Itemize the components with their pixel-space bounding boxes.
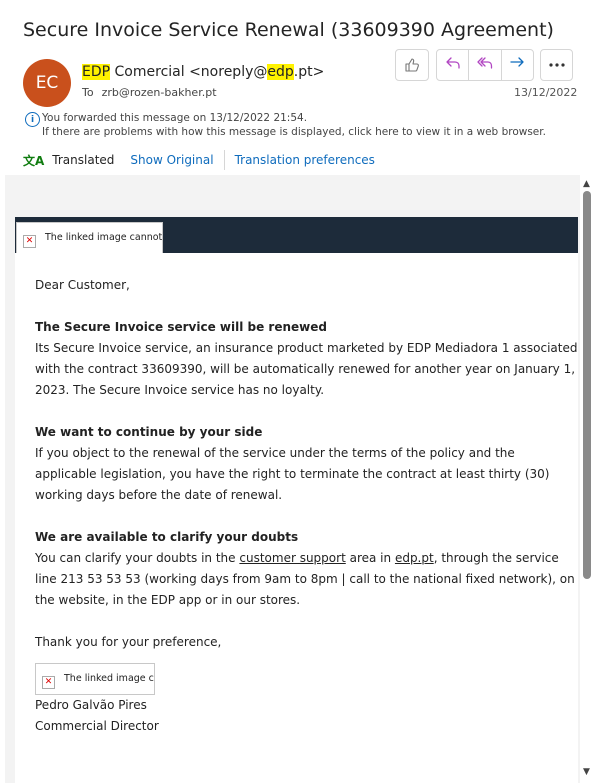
scroll-up-icon[interactable]: ▲: [583, 179, 590, 189]
display-problem-link[interactable]: If there are problems with how this mess…: [42, 125, 546, 139]
broken-image-caption: The linked image cannot be displayed: [45, 232, 163, 243]
sender-domain-rest: .pt>: [293, 64, 325, 80]
paragraph: Its Secure Invoice service, an insurance…: [35, 341, 578, 397]
paragraph: You can clarify your doubts in the custo…: [35, 548, 578, 611]
reply-button[interactable]: [437, 50, 470, 80]
vertical-scrollbar[interactable]: ▲ ▼: [580, 175, 595, 783]
received-date: 13/12/2022: [514, 86, 578, 99]
info-icon: i: [25, 112, 40, 127]
forward-icon: [508, 54, 526, 76]
broken-header-image: ✕ The linked image cannot be displayed: [16, 222, 163, 254]
customer-support-link[interactable]: customer support: [239, 551, 345, 565]
section-heading: We are available to clarify your doubts: [35, 530, 299, 544]
forward-button[interactable]: [502, 50, 533, 80]
reply-icon: [444, 54, 462, 76]
edp-site-link[interactable]: edp.pt: [395, 551, 434, 565]
broken-signature-image: ✕ The linked image cannot be displayed: [35, 663, 155, 695]
email-body: Dear Customer, The Secure Invoice servic…: [15, 253, 578, 783]
sender-name-rest: Comercial <noreply@: [110, 64, 268, 80]
recipient-address[interactable]: zrb@rozen-bakher.pt: [102, 86, 217, 99]
forwarded-notice: You forwarded this message on 13/12/2022…: [42, 112, 308, 124]
sender-brand-highlight: EDP: [82, 64, 111, 80]
divider: [223, 150, 225, 170]
scrollbar-thumb[interactable]: [583, 191, 591, 579]
signer-name: Pedro Galvão Pires: [35, 698, 147, 712]
paragraph-text: area in: [345, 551, 395, 565]
paragraph: If you object to the renewal of the serv…: [35, 446, 550, 502]
translation-bar: 文A Translated Show Original Translation …: [23, 148, 375, 172]
avatar[interactable]: EC: [23, 59, 71, 107]
reply-all-button[interactable]: [469, 50, 502, 80]
broken-image-caption: The linked image cannot be displayed: [64, 673, 154, 684]
broken-image-icon: ✕: [23, 235, 36, 248]
to-label: To: [82, 86, 94, 99]
broken-image-icon: ✕: [42, 676, 55, 689]
info-bar[interactable]: i You forwarded this message on 13/12/20…: [25, 111, 546, 139]
sender-name[interactable]: EDP Comercial <noreply@edp.pt>: [82, 64, 324, 80]
recipient-line: To zrb@rozen-bakher.pt: [82, 86, 217, 99]
sender-domain-highlight: edp: [267, 64, 294, 80]
scroll-down-icon[interactable]: ▼: [583, 767, 590, 777]
closing: Thank you for your preference,: [35, 635, 222, 649]
paragraph-text: You can clarify your doubts in the: [35, 551, 240, 565]
thumbs-up-icon: [403, 56, 421, 74]
respond-button-group: [436, 49, 534, 81]
reply-all-icon: [476, 54, 494, 76]
signer-title: Commercial Director: [35, 719, 159, 733]
section-heading: We want to continue by your side: [35, 425, 263, 439]
more-options-button[interactable]: [540, 49, 573, 81]
show-original-link[interactable]: Show Original: [130, 153, 213, 167]
section-heading: The Secure Invoice service will be renew…: [35, 320, 327, 334]
translated-status: Translated: [52, 153, 115, 167]
more-icon: [548, 62, 565, 68]
translation-preferences-link[interactable]: Translation preferences: [235, 153, 375, 167]
email-subject: Secure Invoice Service Renewal (33609390…: [23, 19, 554, 41]
like-button[interactable]: [395, 49, 429, 81]
greeting: Dear Customer,: [35, 278, 130, 292]
translate-icon: 文A: [23, 153, 45, 168]
